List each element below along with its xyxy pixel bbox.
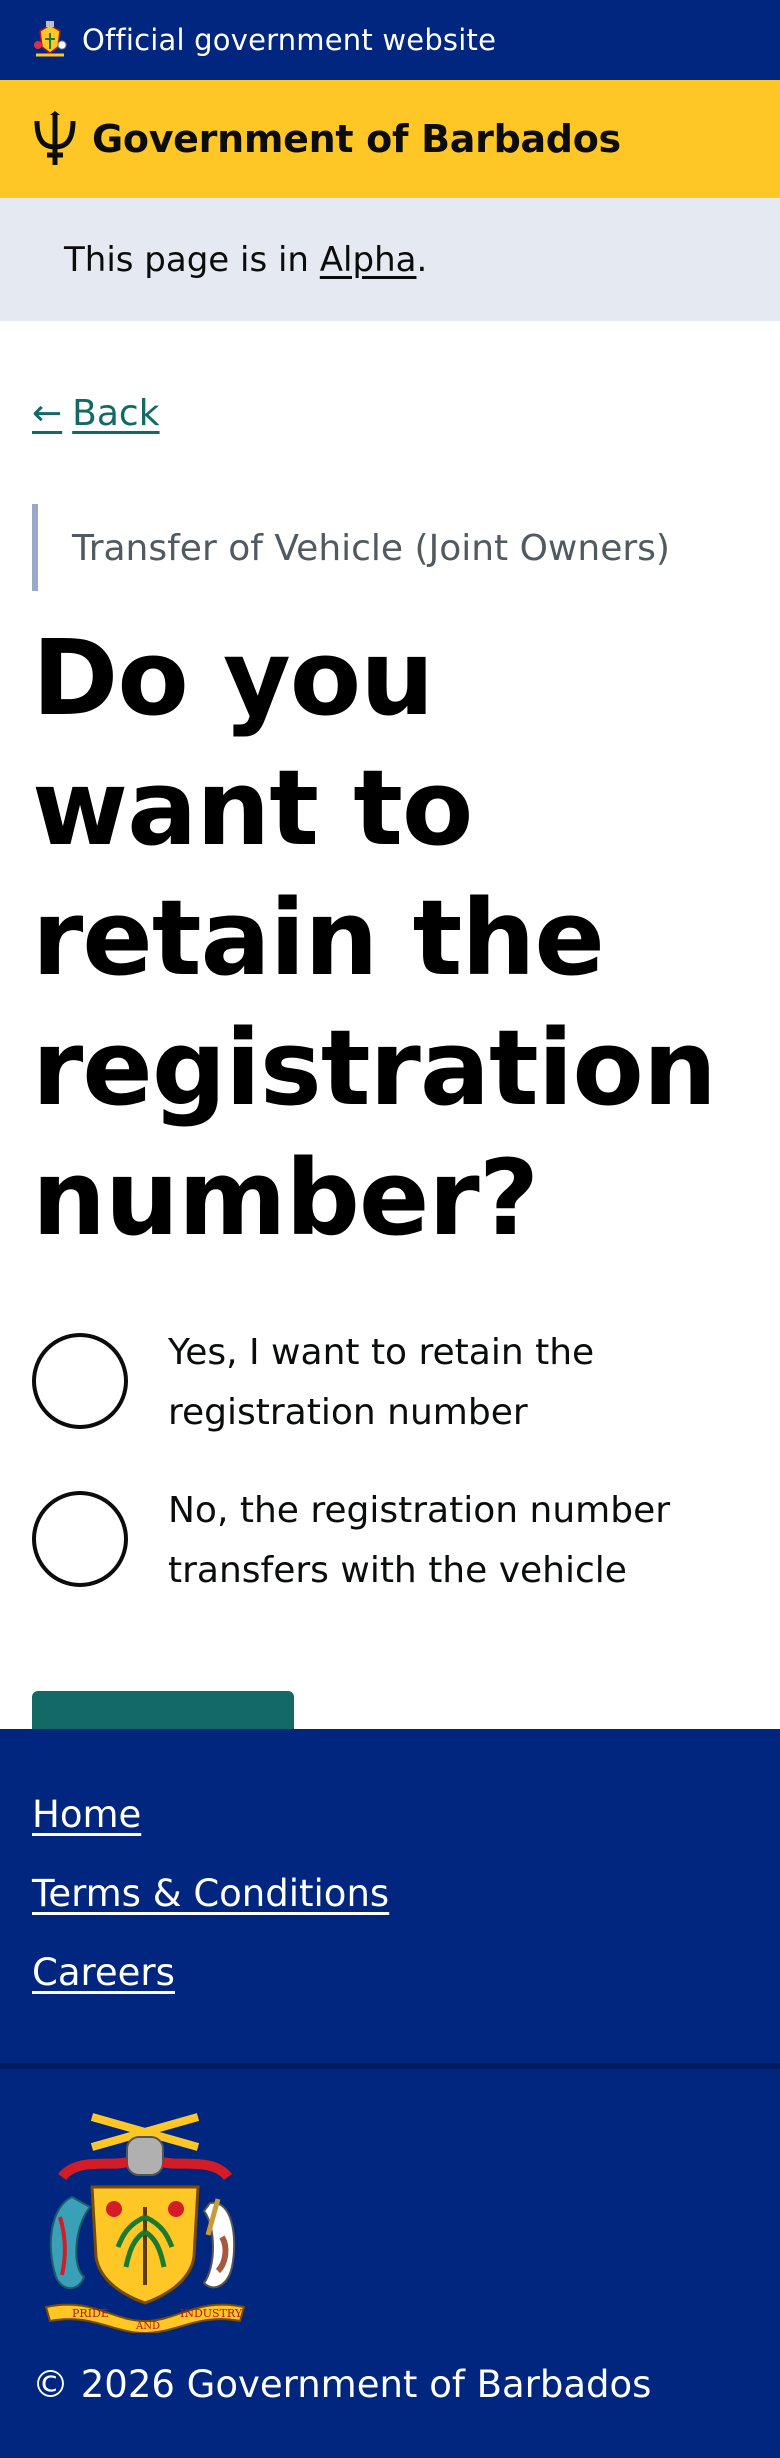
phase-banner-prefix: This page is in: [64, 239, 320, 280]
trident-icon: [34, 111, 76, 165]
footer-link-careers[interactable]: Careers: [32, 1951, 748, 1994]
phase-banner-suffix: .: [416, 239, 428, 280]
back-arrow-icon: ←: [32, 393, 63, 434]
footer-bottom: PRIDE AND INDUSTRY © 2026 Government of …: [0, 2069, 780, 2406]
radio-option-no[interactable]: No, the registration number transfers wi…: [32, 1490, 748, 1601]
radio-button-no[interactable]: [32, 1491, 128, 1587]
official-site-banner: Official government website: [0, 0, 780, 80]
footer-links: Home Terms & Conditions Careers: [0, 1729, 780, 2069]
site-brand-name[interactable]: Government of Barbados: [92, 117, 621, 161]
motto-text-and: AND: [135, 2321, 160, 2332]
barbados-crest-icon: [34, 21, 67, 57]
motto-text-pride: PRIDE: [72, 2307, 109, 2320]
footer: Home Terms & Conditions Careers PRIDE AN…: [0, 1729, 780, 2458]
radio-label-yes[interactable]: Yes, I want to retain the registration n…: [168, 1323, 748, 1443]
main-content: ← Back Transfer of Vehicle (Joint Owners…: [0, 321, 780, 1821]
footer-link-home[interactable]: Home: [32, 1793, 748, 1836]
footer-link-terms[interactable]: Terms & Conditions: [32, 1872, 748, 1915]
footer-copyright: © 2026 Government of Barbados: [32, 2363, 652, 2406]
phase-banner-link[interactable]: Alpha: [320, 240, 417, 280]
header-brand-bar: Government of Barbados: [0, 80, 780, 198]
motto-text-industry: INDUSTRY: [180, 2307, 243, 2320]
radio-group: Yes, I want to retain the registration n…: [32, 1332, 748, 1601]
phase-banner: This page is in Alpha.: [0, 198, 780, 321]
barbados-coat-of-arms-icon: PRIDE AND INDUSTRY: [44, 2113, 246, 2335]
radio-button-yes[interactable]: [32, 1333, 128, 1429]
back-link-label: Back: [72, 393, 160, 434]
radio-label-no[interactable]: No, the registration number transfers wi…: [168, 1481, 748, 1601]
page-title: Do you want to retain the registration n…: [32, 617, 717, 1259]
question-caption: Transfer of Vehicle (Joint Owners): [32, 504, 748, 591]
official-site-label: Official government website: [82, 23, 497, 57]
radio-option-yes[interactable]: Yes, I want to retain the registration n…: [32, 1332, 748, 1443]
back-link[interactable]: ← Back: [32, 393, 160, 434]
